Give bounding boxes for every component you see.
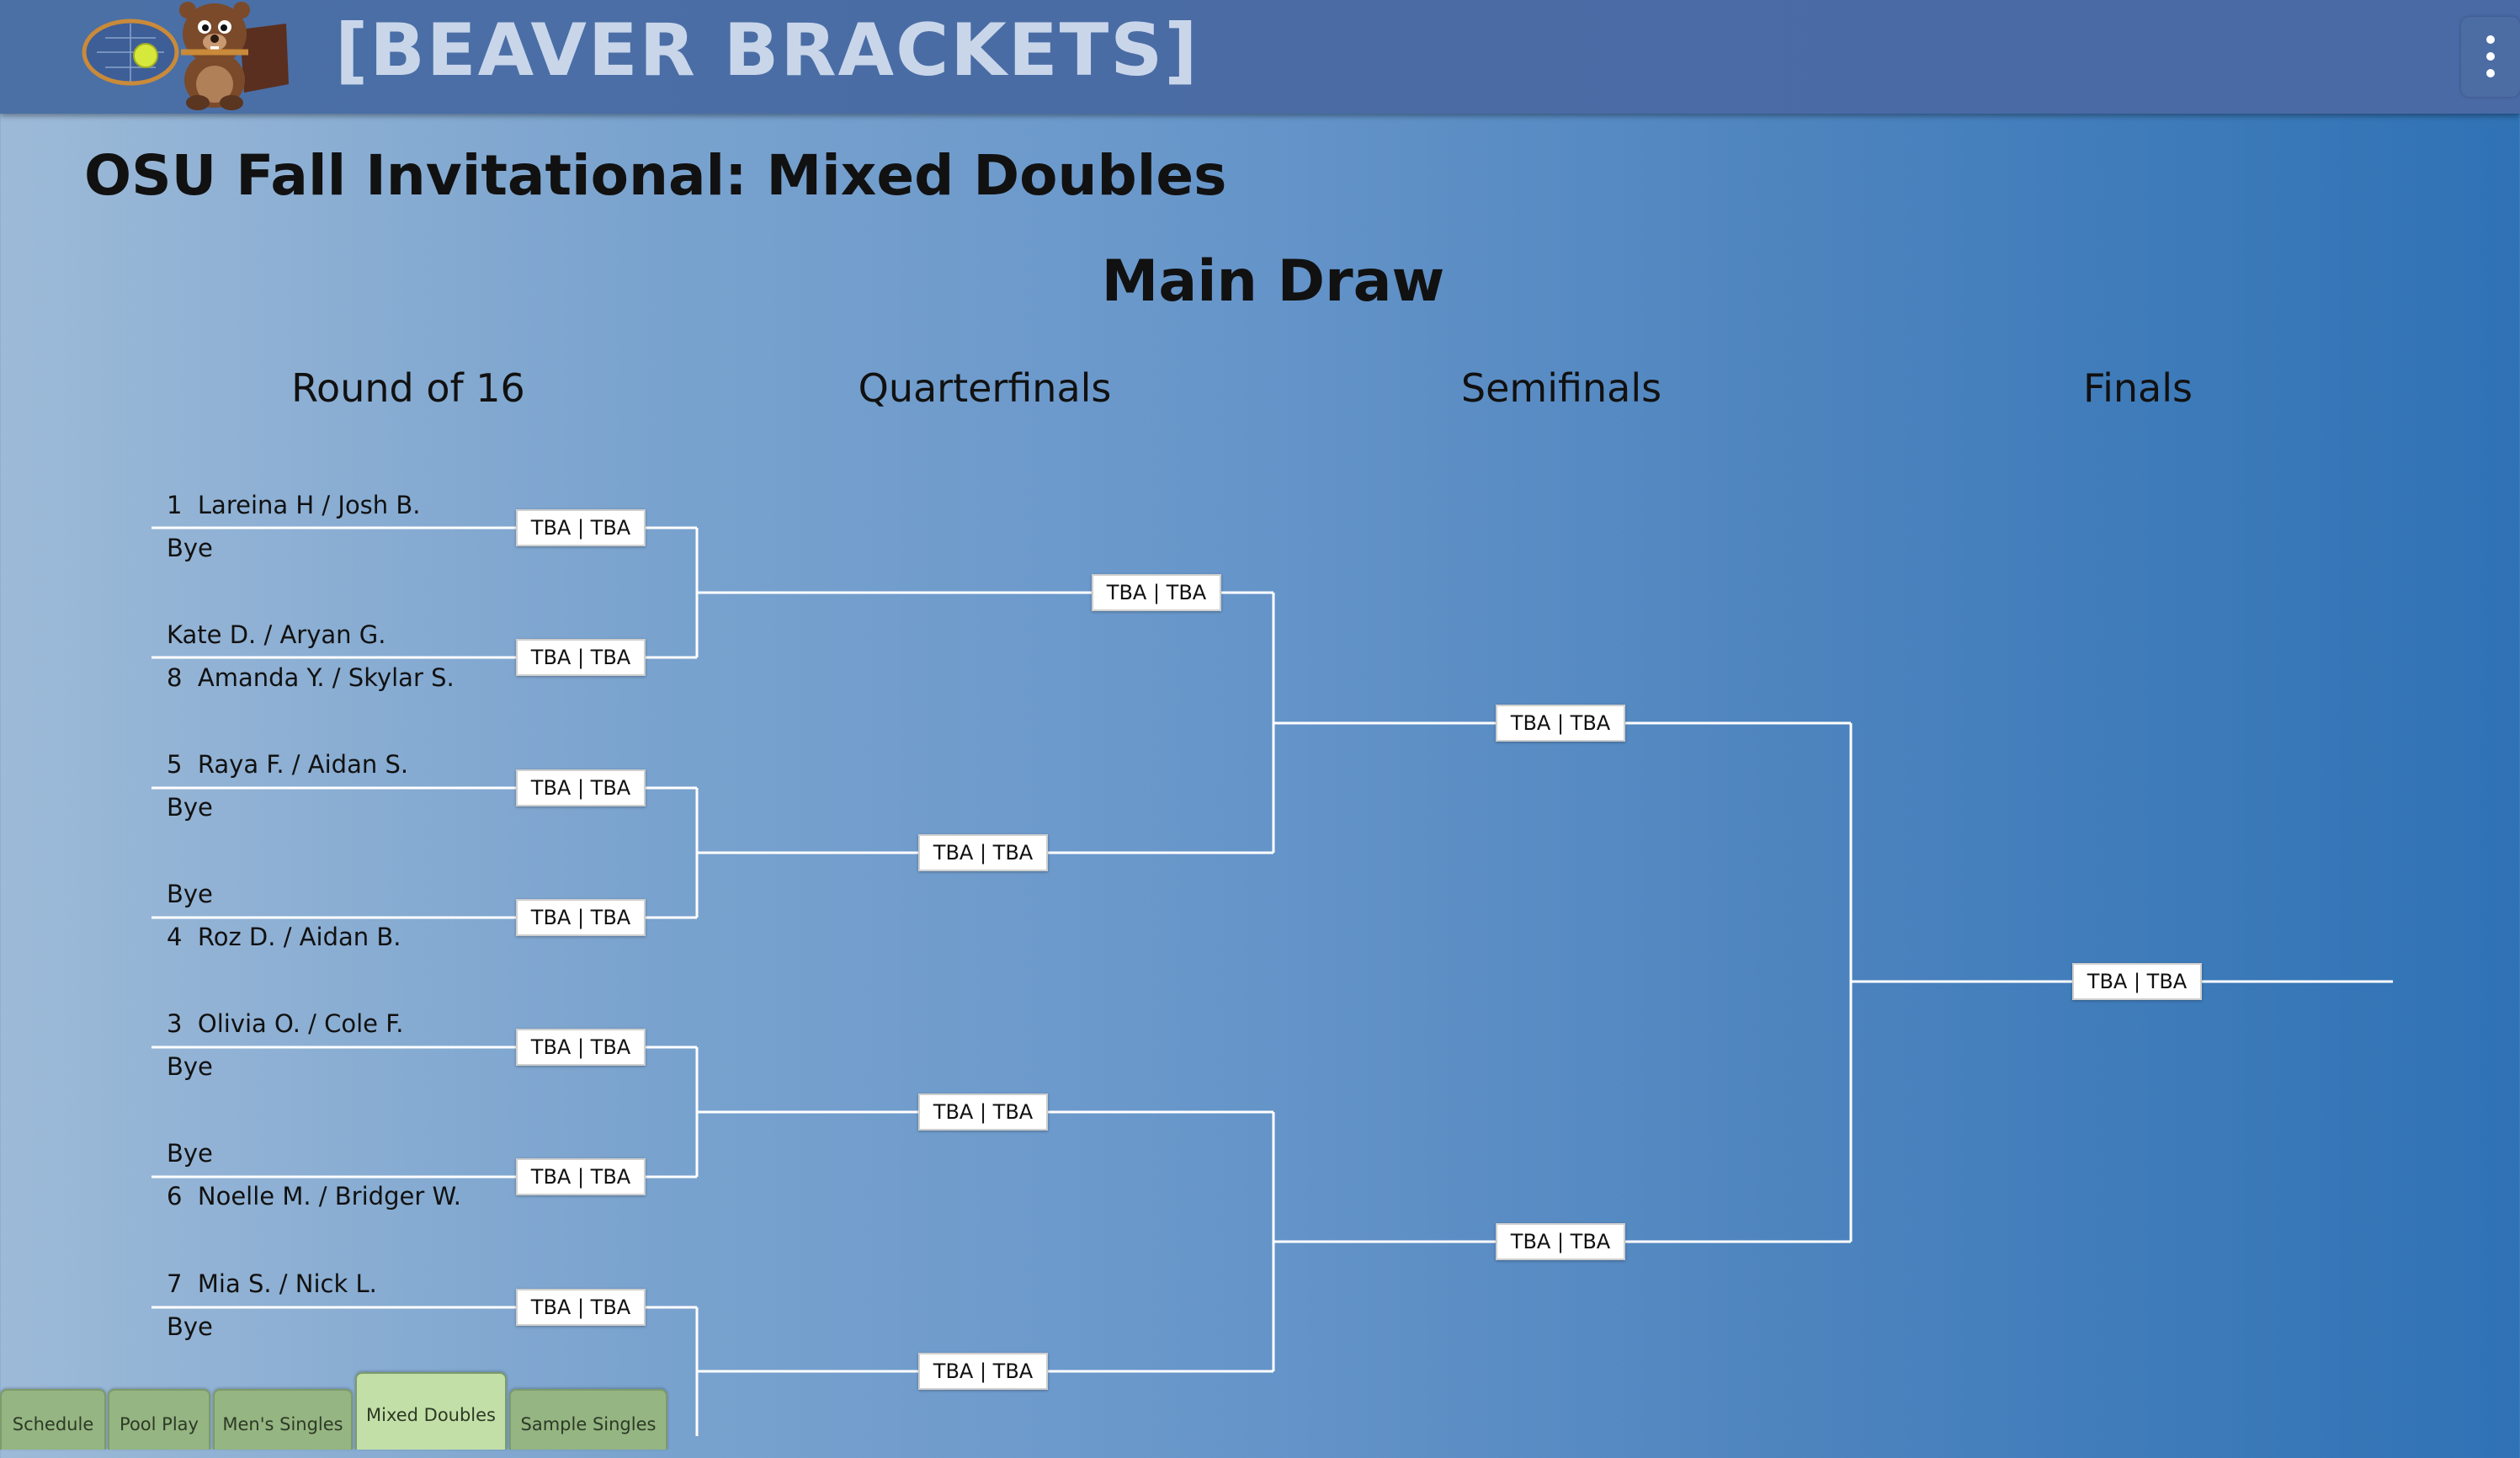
seed: 6 (167, 1182, 183, 1211)
team-name: Mia S. / Nick L. (197, 1269, 377, 1298)
seed: 1 (167, 491, 183, 519)
entry-5: 5 Raya F. / Aidan S. (167, 750, 408, 779)
bracket-lines (152, 526, 2393, 1436)
seed: 3 (167, 1009, 183, 1038)
team-name: Lareina H / Josh B. (197, 491, 421, 519)
team-name: Bye (167, 1312, 213, 1341)
team-name: Bye (167, 793, 213, 822)
team-name: Roz D. / Aidan B. (197, 923, 401, 951)
seed: 7 (167, 1269, 183, 1298)
entry-12: 6 Noelle M. / Bridger W. (167, 1182, 461, 1211)
qf-match-score[interactable]: TBA | TBA (918, 1353, 1048, 1390)
team-name: Kate D. / Aryan G. (167, 620, 386, 649)
entry-3: Kate D. / Aryan G. (167, 620, 385, 649)
team-name: Olivia O. / Cole F. (197, 1009, 404, 1038)
seed: 4 (167, 923, 183, 951)
entry-6: Bye (167, 793, 213, 822)
entry-4: 8 Amanda Y. / Skylar S. (167, 663, 455, 692)
r16-match-score[interactable]: TBA | TBA (516, 509, 646, 546)
qf-match-score[interactable]: TBA | TBA (918, 1094, 1048, 1131)
entry-9: 3 Olivia O. / Cole F. (167, 1009, 403, 1038)
tab-pool-play[interactable]: Pool Play (108, 1389, 210, 1450)
qf-match-score[interactable]: TBA | TBA (918, 834, 1048, 871)
team-name: Bye (167, 1052, 213, 1081)
entry-13: 7 Mia S. / Nick L. (167, 1269, 377, 1298)
team-name: Bye (167, 1139, 213, 1168)
r16-match-score[interactable]: TBA | TBA (516, 1158, 646, 1195)
entry-8: 4 Roz D. / Aidan B. (167, 923, 401, 951)
entry-1: 1 Lareina H / Josh B. (167, 491, 421, 519)
r16-match-score[interactable]: TBA | TBA (516, 1289, 646, 1326)
tab-sample-singles[interactable]: Sample Singles (509, 1389, 667, 1450)
tab-mens-singles[interactable]: Men's Singles (213, 1389, 353, 1450)
sf-match-score[interactable]: TBA | TBA (1496, 705, 1625, 742)
entry-14: Bye (167, 1312, 213, 1341)
qf-match-score[interactable]: TBA | TBA (1092, 574, 1221, 611)
team-name: Noelle M. / Bridger W. (197, 1182, 462, 1211)
team-name: Bye (167, 880, 213, 908)
team-name: Amanda Y. / Skylar S. (197, 663, 455, 692)
team-name: Bye (167, 534, 213, 562)
entry-7: Bye (167, 880, 213, 908)
seed: 8 (167, 663, 183, 692)
entry-10: Bye (167, 1052, 213, 1081)
sf-match-score[interactable]: TBA | TBA (1496, 1223, 1625, 1260)
final-match-score[interactable]: TBA | TBA (2072, 963, 2202, 1000)
entry-11: Bye (167, 1139, 213, 1168)
r16-match-score[interactable]: TBA | TBA (516, 899, 646, 936)
tab-mixed-doubles[interactable]: Mixed Doubles (355, 1372, 507, 1450)
tab-schedule[interactable]: Schedule (0, 1389, 106, 1450)
r16-match-score[interactable]: TBA | TBA (516, 769, 646, 806)
entry-2: Bye (167, 534, 213, 562)
r16-match-score[interactable]: TBA | TBA (516, 639, 646, 676)
team-name: Raya F. / Aidan S. (197, 750, 409, 779)
seed: 5 (167, 750, 183, 779)
r16-match-score[interactable]: TBA | TBA (516, 1029, 646, 1066)
